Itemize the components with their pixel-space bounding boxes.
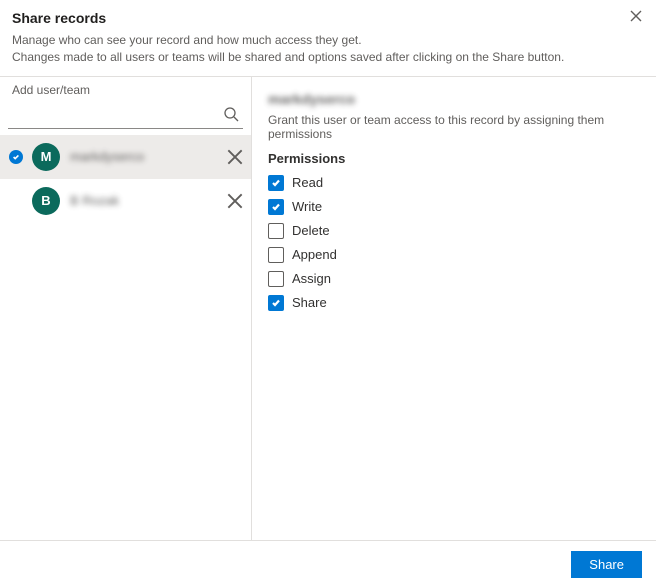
remove-user-button[interactable] (227, 193, 243, 209)
selection-mark (8, 149, 24, 165)
permissions-instruction: Grant this user or team access to this r… (268, 113, 640, 141)
permission-checkbox[interactable] (268, 247, 284, 263)
desc-line-2: Changes made to all users or teams will … (12, 49, 644, 66)
add-user-label: Add user/team (0, 77, 251, 101)
permissions-list: Read Write Delete Append Assign Share (268, 172, 640, 314)
close-button[interactable] (630, 10, 646, 26)
dialog-title: Share records (12, 10, 644, 26)
dialog-footer: Share (0, 541, 656, 587)
share-button[interactable]: Share (571, 551, 642, 578)
permission-row: Read (268, 172, 640, 194)
search-input[interactable] (8, 103, 223, 126)
permission-checkbox[interactable] (268, 223, 284, 239)
desc-line-1: Manage who can see your record and how m… (12, 32, 644, 49)
permission-checkbox[interactable] (268, 295, 284, 311)
selected-user-name: markdyserco (268, 91, 640, 107)
permission-checkbox[interactable] (268, 271, 284, 287)
search-row (8, 101, 243, 129)
permission-row: Share (268, 292, 640, 314)
permission-label: Delete (292, 223, 330, 238)
share-dialog: Share records Manage who can see your re… (0, 0, 656, 587)
avatar: M (32, 143, 60, 171)
dialog-description: Manage who can see your record and how m… (0, 32, 656, 77)
right-pane: markdyserco Grant this user or team acce… (252, 77, 656, 540)
user-list: Mmarkdyserco B B Rozak (0, 135, 251, 540)
permission-row: Assign (268, 268, 640, 290)
close-icon (630, 10, 642, 22)
user-name: B Rozak (70, 193, 227, 208)
avatar: B (32, 187, 60, 215)
left-pane: Add user/team Mmarkdyserco B B Rozak (0, 77, 252, 540)
permission-label: Write (292, 199, 322, 214)
permission-label: Share (292, 295, 327, 310)
dialog-body: Add user/team Mmarkdyserco B B Rozak markd… (0, 77, 656, 541)
permissions-heading: Permissions (268, 151, 640, 166)
remove-user-button[interactable] (227, 149, 243, 165)
permission-checkbox[interactable] (268, 175, 284, 191)
user-row[interactable]: Mmarkdyserco (0, 135, 251, 179)
permission-checkbox[interactable] (268, 199, 284, 215)
permission-row: Append (268, 244, 640, 266)
user-name: markdyserco (70, 149, 227, 164)
permission-label: Read (292, 175, 323, 190)
dialog-header: Share records (0, 0, 656, 32)
permission-label: Assign (292, 271, 331, 286)
permission-row: Delete (268, 220, 640, 242)
user-row[interactable]: B B Rozak (0, 179, 251, 223)
permission-label: Append (292, 247, 337, 262)
search-icon[interactable] (223, 106, 239, 122)
permission-row: Write (268, 196, 640, 218)
